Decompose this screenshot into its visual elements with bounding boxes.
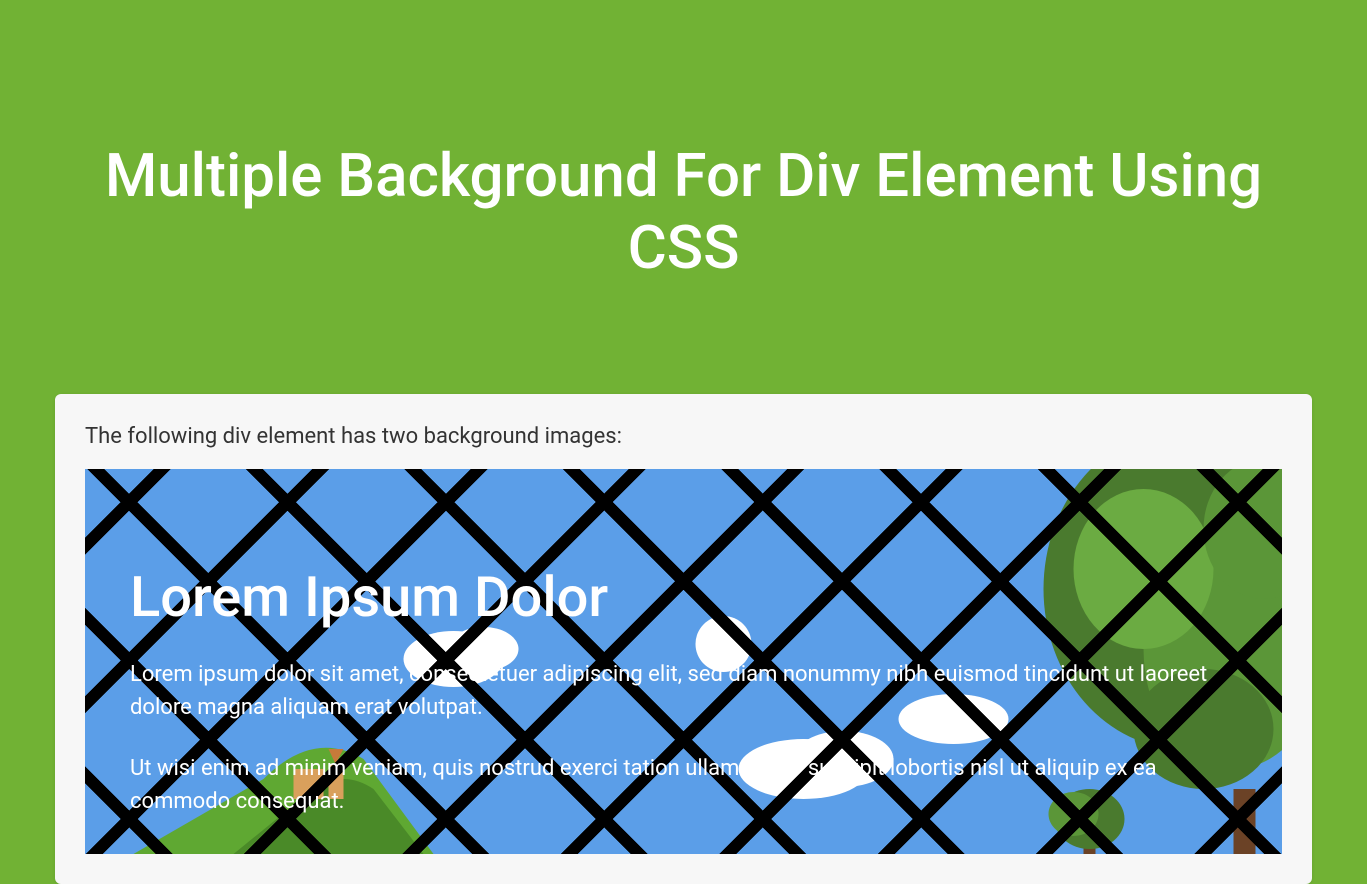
intro-text: The following div element has two backgr…	[85, 424, 1282, 449]
demo-multiple-background: Lorem Ipsum Dolor Lorem ipsum dolor sit …	[85, 469, 1282, 854]
demo-paragraph-1: Lorem ipsum dolor sit amet, consectetuer…	[130, 658, 1230, 724]
demo-paragraph-2: Ut wisi enim ad minim veniam, quis nostr…	[130, 752, 1230, 818]
demo-text-content: Lorem Ipsum Dolor Lorem ipsum dolor sit …	[130, 564, 1230, 818]
page-header: Multiple Background For Div Element Usin…	[0, 0, 1367, 394]
page-title: Multiple Background For Div Element Usin…	[60, 140, 1307, 284]
demo-heading: Lorem Ipsum Dolor	[130, 564, 1230, 630]
content-card: The following div element has two backgr…	[55, 394, 1312, 884]
